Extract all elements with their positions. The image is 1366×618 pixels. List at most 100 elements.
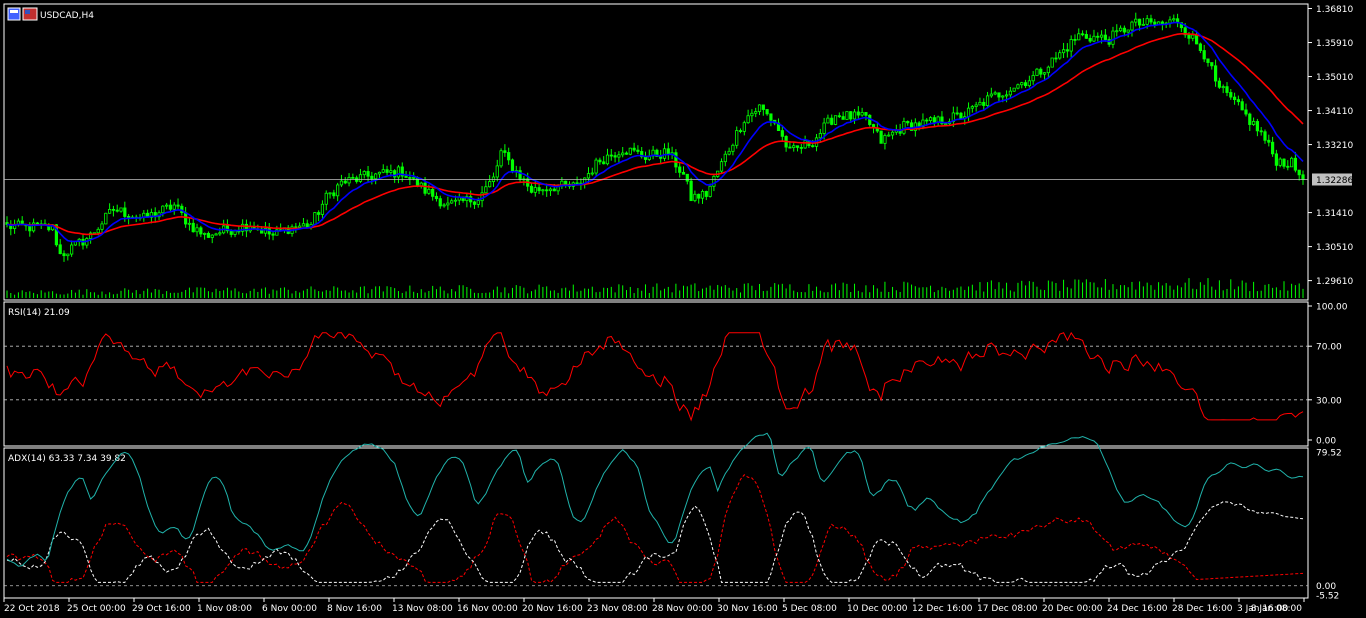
candle-body: [837, 115, 841, 118]
candle-body: [932, 117, 936, 123]
candle-body: [795, 145, 800, 148]
candle-body: [1137, 18, 1142, 26]
candle-body: [214, 233, 218, 236]
candle-body: [1058, 52, 1062, 59]
candle-body: [381, 169, 385, 173]
candle-body: [1251, 121, 1256, 125]
candle-body: [1008, 90, 1012, 96]
candle-body: [370, 175, 374, 180]
candle-body: [1248, 113, 1252, 125]
candle-body: [955, 112, 959, 115]
candle-body: [769, 113, 773, 121]
candle-body: [1061, 49, 1066, 54]
candle-body: [826, 117, 830, 124]
candle-body: [453, 199, 458, 202]
candle-body: [431, 188, 435, 197]
candle-body: [735, 130, 739, 146]
candle-body: [1042, 72, 1047, 75]
candle-body: [598, 159, 602, 163]
candle-body: [852, 111, 857, 120]
candle-body: [1035, 68, 1039, 76]
candle-body: [1297, 169, 1301, 176]
candle-body: [602, 161, 606, 165]
candle-body: [860, 112, 864, 116]
candle-body: [1126, 29, 1130, 33]
candle-body: [298, 225, 302, 228]
candle-body: [1172, 18, 1176, 21]
candle-body: [883, 135, 887, 144]
candle-body: [636, 149, 640, 152]
candle-body: [1088, 37, 1092, 42]
candle-body: [628, 147, 632, 155]
candle-body: [408, 177, 412, 179]
chart-window[interactable]: USDCAD,H4 RSI(14) 21.09 ADX(14) 63.33 7.…: [0, 0, 1366, 618]
candle-body: [970, 106, 974, 109]
candle-body: [662, 148, 667, 159]
adx-tick-label: -5.52: [1316, 592, 1339, 602]
candle-body: [697, 193, 701, 199]
candle-body: [902, 121, 906, 134]
current-price-label: 1.32286: [1316, 176, 1353, 186]
candle-body: [1134, 18, 1138, 23]
candle-body: [62, 253, 66, 257]
candle-body: [959, 112, 963, 119]
candle-body: [719, 161, 724, 172]
candle-body: [746, 115, 750, 124]
candle-body: [723, 153, 727, 163]
candle-body: [887, 134, 891, 137]
candle-body: [1217, 80, 1221, 88]
candle-body: [362, 171, 366, 176]
candle-body: [396, 166, 401, 178]
candle-body: [754, 111, 758, 114]
candle-body: [989, 93, 993, 97]
candle-body: [1111, 30, 1115, 45]
candle-body: [119, 207, 123, 212]
candle-body: [982, 101, 986, 106]
candle-body: [822, 122, 826, 134]
candle-body: [1001, 95, 1005, 98]
candle-body: [689, 180, 693, 202]
candle-body: [96, 228, 100, 234]
candle-body: [115, 209, 119, 212]
candle-body: [845, 111, 849, 120]
time-tick-label: 10 Dec 00:00: [847, 604, 908, 614]
candle-body: [218, 232, 222, 235]
price-tick-label: 1.35010: [1316, 73, 1353, 83]
time-tick-label: 24 Dec 16:00: [1107, 604, 1168, 614]
candle-body: [1031, 75, 1035, 82]
candle-body: [199, 227, 203, 235]
price-tick-label: 1.29610: [1316, 277, 1353, 287]
candle-body: [301, 223, 306, 227]
candle-body: [864, 112, 868, 116]
candle-body: [351, 176, 355, 179]
candle-body: [385, 169, 389, 173]
candle-body: [339, 180, 344, 186]
candle-body: [1149, 18, 1153, 23]
candle-body: [347, 176, 351, 184]
candle-body: [210, 234, 214, 238]
candle-body: [358, 174, 363, 182]
candle-body: [803, 140, 807, 149]
candle-body: [974, 104, 978, 107]
candle-body: [586, 173, 591, 179]
candle-body: [856, 111, 860, 116]
candle-body: [1050, 57, 1054, 68]
candle-body: [434, 195, 439, 200]
candle-body: [1282, 158, 1286, 167]
price-tick-label: 1.36810: [1316, 5, 1353, 15]
candle-body: [423, 182, 427, 194]
candle-body: [879, 130, 883, 144]
time-tick-label: 20 Dec 00:00: [1042, 604, 1103, 614]
candle-body: [906, 121, 910, 124]
candle-body: [1198, 43, 1202, 51]
candle-body: [229, 230, 233, 235]
candle-body: [750, 112, 754, 117]
rsi-tick-label: 0.00: [1316, 437, 1336, 447]
candle-body: [108, 209, 112, 214]
candle-body: [1206, 58, 1210, 63]
time-tick-label: 5 Dec 08:00: [782, 604, 837, 614]
candle-body: [1080, 33, 1085, 36]
candle-body: [621, 152, 625, 156]
candle-body: [1054, 57, 1058, 60]
candle-body: [1293, 157, 1297, 171]
